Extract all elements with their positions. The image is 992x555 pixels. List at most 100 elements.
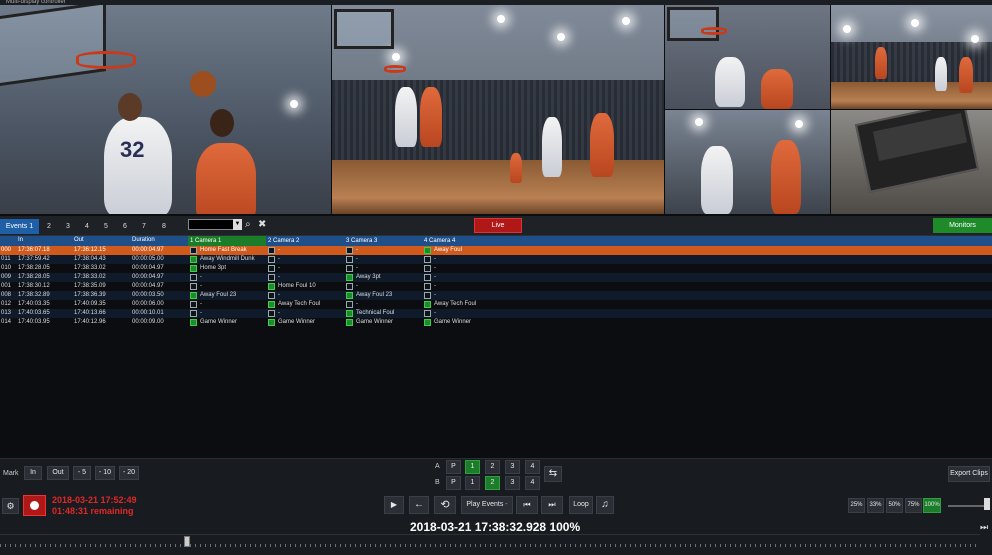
music-icon[interactable]: ♫ [596,496,614,514]
play-events-button[interactable]: Play Events - [461,496,513,514]
chevron-down-icon[interactable]: ▼ [233,219,242,230]
camera-1-checkbox[interactable] [190,247,197,254]
camera-3-checkbox[interactable] [346,274,353,281]
camera-1-checkbox[interactable] [190,319,197,326]
close-icon[interactable]: ✖ [258,219,266,231]
zoom-75-button[interactable]: 75% [905,498,922,513]
camera-1-checkbox[interactable] [190,256,197,263]
row-b-p-button[interactable]: P [446,476,461,490]
column-camera-4[interactable]: 4 Camera 4 [422,236,500,246]
live-button[interactable]: Live [474,218,522,233]
skip-back-icon[interactable]: ⏮ [516,496,538,514]
column-camera-3[interactable]: 3 Camera 3 [344,236,422,246]
camera-4-checkbox[interactable] [424,274,431,281]
play-icon[interactable]: ▶ [384,496,404,514]
swap-icon[interactable]: ⇆ [544,466,562,482]
skip-forward-icon[interactable]: ⏭ [541,496,563,514]
camera-3-checkbox[interactable] [346,283,353,290]
camera-1-checkbox[interactable] [190,292,197,299]
table-row[interactable]: 012 17:40:03.35 17:40:09.35 00:00:06.00 - Awa… [0,300,992,309]
monitors-button[interactable]: Monitors [933,218,992,233]
camera-2-checkbox[interactable] [268,319,275,326]
gear-icon[interactable]: ⚙ [2,498,19,514]
row-b-4-button[interactable]: 4 [525,476,540,490]
row-b-1-button[interactable]: 1 [465,476,480,490]
tab-events-7[interactable]: 7 [137,219,151,234]
table-row[interactable]: 009 17:38:28.05 17:38:33.02 00:00:04.97 - - Aw… [0,273,992,282]
camera-2-checkbox[interactable] [268,310,275,317]
camera-1-checkbox[interactable] [190,265,197,272]
table-row[interactable]: 008 17:38:32.89 17:38:36.39 00:00:03.50 Away… [0,291,992,300]
rewind-5-button[interactable]: - 5 [73,466,91,480]
camera-4-checkbox[interactable] [424,283,431,290]
zoom-100-button[interactable]: 100% [923,498,941,513]
camera-4-checkbox[interactable] [424,256,431,263]
zoom-25-button[interactable]: 25% [848,498,865,513]
column-duration[interactable]: Duration [132,237,155,243]
search-icon[interactable]: ⌕ [245,219,251,231]
table-row[interactable]: 001 17:38:30.12 17:38:35.09 00:00:04.97 - Hom… [0,282,992,291]
table-row[interactable]: 010 17:38:28.05 17:38:33.02 00:00:04.97 Home… [0,264,992,273]
fast-forward-icon[interactable]: ⏭ [980,521,988,533]
camera-1-checkbox[interactable] [190,274,197,281]
column-camera-2[interactable]: 2 Camera 2 [266,236,344,246]
record-button[interactable] [23,495,46,516]
camera-3-checkbox[interactable] [346,265,353,272]
camera-4-checkbox[interactable] [424,265,431,272]
row-a-2-button[interactable]: 2 [485,460,500,474]
camera-view-4[interactable] [831,5,992,109]
row-a-p-button[interactable]: P [446,460,461,474]
camera-1-checkbox[interactable] [190,301,197,308]
row-a-4-button[interactable]: 4 [525,460,540,474]
camera-3-checkbox[interactable] [346,319,353,326]
tab-events-3[interactable]: 3 [61,219,75,234]
camera-view-5[interactable] [665,110,830,214]
camera-4-checkbox[interactable] [424,247,431,254]
camera-4-checkbox[interactable] [424,319,431,326]
tab-events-8[interactable]: 8 [157,219,171,234]
camera-view-6[interactable] [831,110,992,214]
camera-3-checkbox[interactable] [346,247,353,254]
camera-3-checkbox[interactable] [346,292,353,299]
camera-view-1[interactable]: 32 [0,5,331,214]
row-a-1-button[interactable]: 1 [465,460,480,474]
tab-events-4[interactable]: 4 [80,219,94,234]
loop-button[interactable]: Loop [569,496,593,514]
table-row[interactable]: 011 17:37:59.42 17:38:04.43 00:00:05.00 Away… [0,255,992,264]
camera-4-checkbox[interactable] [424,301,431,308]
camera-2-checkbox[interactable] [268,292,275,299]
camera-4-checkbox[interactable] [424,292,431,299]
mark-out-button[interactable]: Out [47,466,69,480]
mark-in-button[interactable]: In [24,466,42,480]
column-out[interactable]: Out [74,237,84,243]
column-in[interactable]: In [18,237,23,243]
table-row[interactable]: 013 17:40:03.65 17:40:13.66 00:00:10.01 - - Te… [0,309,992,318]
tab-events-5[interactable]: 5 [99,219,113,234]
table-row[interactable]: 000 17:36:07.18 17:36:12.15 00:00:04.97 Home… [0,246,992,255]
camera-2-checkbox[interactable] [268,265,275,272]
camera-2-checkbox[interactable] [268,247,275,254]
camera-view-2[interactable] [332,5,664,214]
rewind-10-button[interactable]: - 10 [95,466,115,480]
camera-2-checkbox[interactable] [268,256,275,263]
tab-events-6[interactable]: 6 [118,219,132,234]
camera-view-3[interactable] [665,5,830,109]
back-arrow-icon[interactable]: ← [409,496,429,514]
play-events-dropdown[interactable]: - [505,501,507,508]
rewind-20-button[interactable]: - 20 [119,466,139,480]
timeline-playhead[interactable] [184,536,190,547]
camera-4-checkbox[interactable] [424,310,431,317]
camera-1-checkbox[interactable] [190,283,197,290]
zoom-33-button[interactable]: 33% [867,498,884,513]
camera-2-checkbox[interactable] [268,283,275,290]
row-b-2-button[interactable]: 2 [485,476,500,490]
camera-3-checkbox[interactable] [346,310,353,317]
volume-slider-handle[interactable] [984,498,990,510]
table-row[interactable]: 014 17:40:03.95 17:40:12.96 00:00:09.00 Game… [0,318,992,327]
export-clips-button[interactable]: Export Clips [948,466,990,482]
camera-2-checkbox[interactable] [268,274,275,281]
tab-events-1[interactable]: Events 1 [0,219,39,234]
camera-3-checkbox[interactable] [346,256,353,263]
camera-3-checkbox[interactable] [346,301,353,308]
column-camera-1[interactable]: 1 Camera 1 [188,236,266,246]
